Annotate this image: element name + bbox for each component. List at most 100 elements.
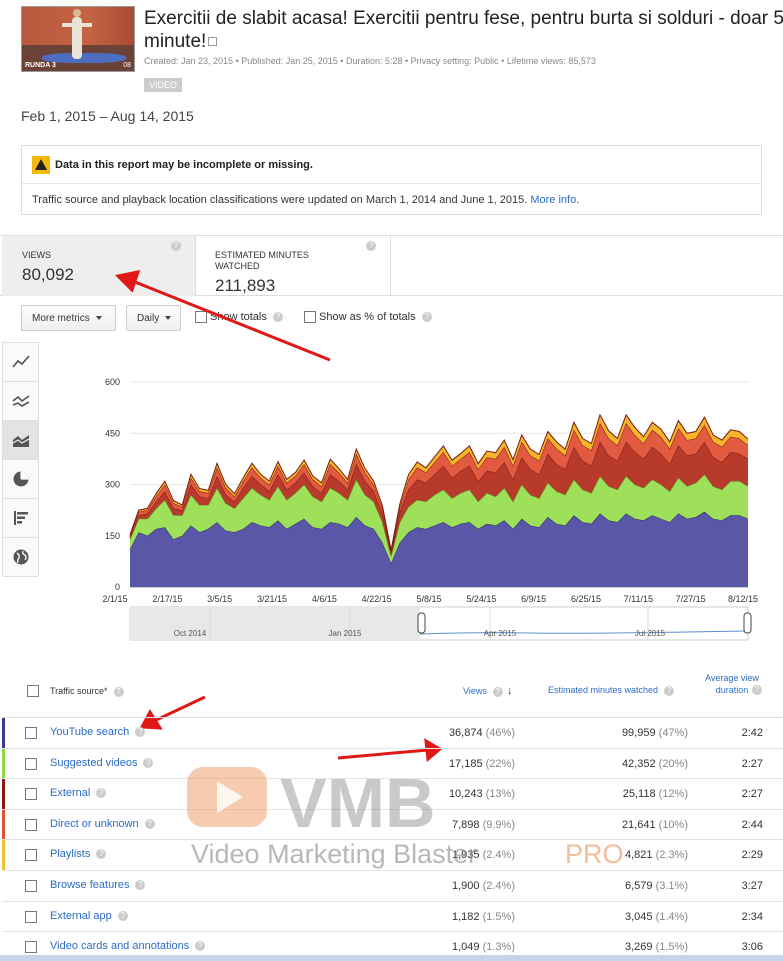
x-tick-label: 7/11/15 <box>624 594 653 604</box>
timeline-range-handle[interactable] <box>743 612 752 634</box>
views-percent: (1.3%) <box>482 941 515 954</box>
traffic-source-link[interactable]: External app? <box>50 910 128 922</box>
minutes-cell: 42,352 (20%) <box>622 758 688 770</box>
more-info-link[interactable]: More info <box>530 194 576 206</box>
help-icon[interactable]: ? <box>144 818 155 829</box>
chevron-down-icon <box>165 316 172 320</box>
help-icon[interactable]: ? <box>421 312 432 322</box>
table-row: Direct or unknown? 7,898 (9.9%) 21,641 (10… <box>2 809 783 841</box>
series-color-bar <box>2 718 5 748</box>
notice-info-tail: . <box>576 194 580 206</box>
notice-warning-row: Data in this report may be incomplete or… <box>22 146 761 184</box>
help-icon[interactable]: ? <box>195 941 206 952</box>
checkbox[interactable] <box>304 311 316 323</box>
traffic-source-link[interactable]: Browse features? <box>50 879 146 891</box>
row-checkbox[interactable] <box>25 941 37 954</box>
views-cell: 1,935 (2.4%) <box>452 849 515 861</box>
video-thumbnail[interactable]: RUNDA 3 08 <box>21 6 135 72</box>
sort-desc-icon[interactable]: ↓ <box>507 685 513 697</box>
traffic-source-link[interactable]: YouTube search? <box>50 726 146 738</box>
x-tick-label: 2/17/15 <box>152 594 182 604</box>
help-icon[interactable]: ? <box>492 687 503 697</box>
video-meta: Created: Jan 23, 2015 • Published: Jan 2… <box>144 56 596 66</box>
views-percent: (1.5%) <box>482 910 515 923</box>
traffic-source-link[interactable]: Direct or unknown? <box>50 818 155 830</box>
help-icon[interactable]: ? <box>143 757 154 768</box>
help-icon[interactable]: ? <box>117 910 128 921</box>
video-header: RUNDA 3 08 Exercitii de slabit acasa! Ex… <box>21 6 783 98</box>
help-icon[interactable]: ? <box>135 727 146 737</box>
avg-duration-cell: 3:27 <box>741 879 763 892</box>
minutes-value: 4,821 <box>625 849 653 862</box>
series-color-bar <box>2 901 5 932</box>
table-body: YouTube search? 36,874 (46%) 99,959 (47%) 2… <box>2 718 783 961</box>
traffic-source-link[interactable]: Video cards and annotations? <box>50 940 206 952</box>
help-icon[interactable]: ? <box>171 241 181 251</box>
metric-tab-views[interactable]: VIEWS 80,092 ? <box>2 236 196 296</box>
avg-duration-cell: 3:06 <box>741 941 763 954</box>
video-type-badge: VIDEO <box>144 78 183 92</box>
traffic-source-link[interactable]: Playlists? <box>50 848 107 860</box>
minutes-cell: 25,118 (12%) <box>623 788 688 800</box>
series-color-bar <box>2 840 5 870</box>
x-tick-label: 6/9/15 <box>521 594 546 604</box>
col-minutes-header[interactable]: Estimated minutes watched? <box>548 685 675 696</box>
show-pct-label: Show as % of totals <box>319 311 416 323</box>
metric-label: ESTIMATED MINUTES WATCHED <box>215 250 309 271</box>
views-cell: 1,049 (1.3%) <box>452 941 515 953</box>
help-icon[interactable]: ? <box>366 241 376 251</box>
row-checkbox[interactable] <box>25 910 37 923</box>
views-percent: (2.4%) <box>482 879 515 892</box>
row-checkbox[interactable] <box>25 879 37 892</box>
help-icon[interactable]: ? <box>96 788 107 799</box>
warning-icon <box>32 155 50 174</box>
help-icon[interactable]: ? <box>272 312 283 322</box>
col-source-header[interactable]: Traffic source*? <box>50 686 124 697</box>
checkbox[interactable] <box>195 311 207 323</box>
x-tick-label: 4/22/15 <box>362 594 392 604</box>
help-icon[interactable]: ? <box>113 687 124 697</box>
show-totals-toggle[interactable]: Show totals? <box>195 311 283 323</box>
video-title[interactable]: Exercitii de slabit acasa! Exercitii pen… <box>144 7 783 53</box>
help-icon[interactable]: ? <box>96 849 107 860</box>
traffic-source-label: External <box>50 787 91 800</box>
y-tick-label: 0 <box>115 582 120 592</box>
help-icon[interactable]: ? <box>135 879 146 890</box>
show-pct-toggle[interactable]: Show as % of totals? <box>304 311 432 323</box>
series-color-bar <box>2 748 5 779</box>
x-tick-label: 2/1/15 <box>102 594 127 604</box>
row-checkbox[interactable] <box>25 757 37 770</box>
views-cell: 1,182 (1.5%) <box>452 911 515 923</box>
row-checkbox[interactable] <box>25 818 37 831</box>
x-tick-label: 3/5/15 <box>207 594 232 604</box>
minutes-percent: (1.5%) <box>655 941 688 954</box>
views-cell: 7,898 (9.9%) <box>452 819 515 831</box>
row-checkbox[interactable] <box>25 727 37 739</box>
os-taskbar <box>0 955 783 961</box>
external-link-icon[interactable] <box>208 37 218 46</box>
traffic-source-link[interactable]: Suggested videos? <box>50 757 154 769</box>
metric-tab-minutes[interactable]: ESTIMATED MINUTES WATCHED 211,893 ? <box>196 236 391 296</box>
row-checkbox[interactable] <box>25 788 37 801</box>
traffic-source-link[interactable]: External? <box>50 787 107 800</box>
help-icon[interactable]: ? <box>752 685 762 695</box>
thumb-figure <box>62 9 92 59</box>
row-checkbox[interactable] <box>25 849 37 862</box>
data-notice: Data in this report may be incomplete or… <box>21 145 762 215</box>
col-views-header[interactable]: Views? ↓ <box>463 685 512 697</box>
y-tick-label: 450 <box>105 428 120 438</box>
series-color-bar <box>2 809 5 840</box>
timeline-range-handle[interactable] <box>417 612 426 634</box>
col-avg-label: Average view duration <box>705 673 759 695</box>
select-all-checkbox[interactable] <box>27 685 39 697</box>
more-metrics-label: More metrics <box>32 312 90 324</box>
help-icon[interactable]: ? <box>664 686 675 696</box>
granularity-dropdown[interactable]: Daily <box>126 305 181 331</box>
more-metrics-dropdown[interactable]: More metrics <box>21 305 116 331</box>
notice-info-text: Traffic source and playback location cla… <box>32 194 528 206</box>
traffic-source-label: YouTube search <box>50 726 130 738</box>
minutes-percent: (12%) <box>658 788 688 801</box>
timeline-label: Oct 2014 <box>174 629 207 638</box>
table-row: External? 10,243 (13%) 25,118 (12%) 2:27 <box>2 779 783 810</box>
metric-value: 80,092 <box>22 265 74 284</box>
